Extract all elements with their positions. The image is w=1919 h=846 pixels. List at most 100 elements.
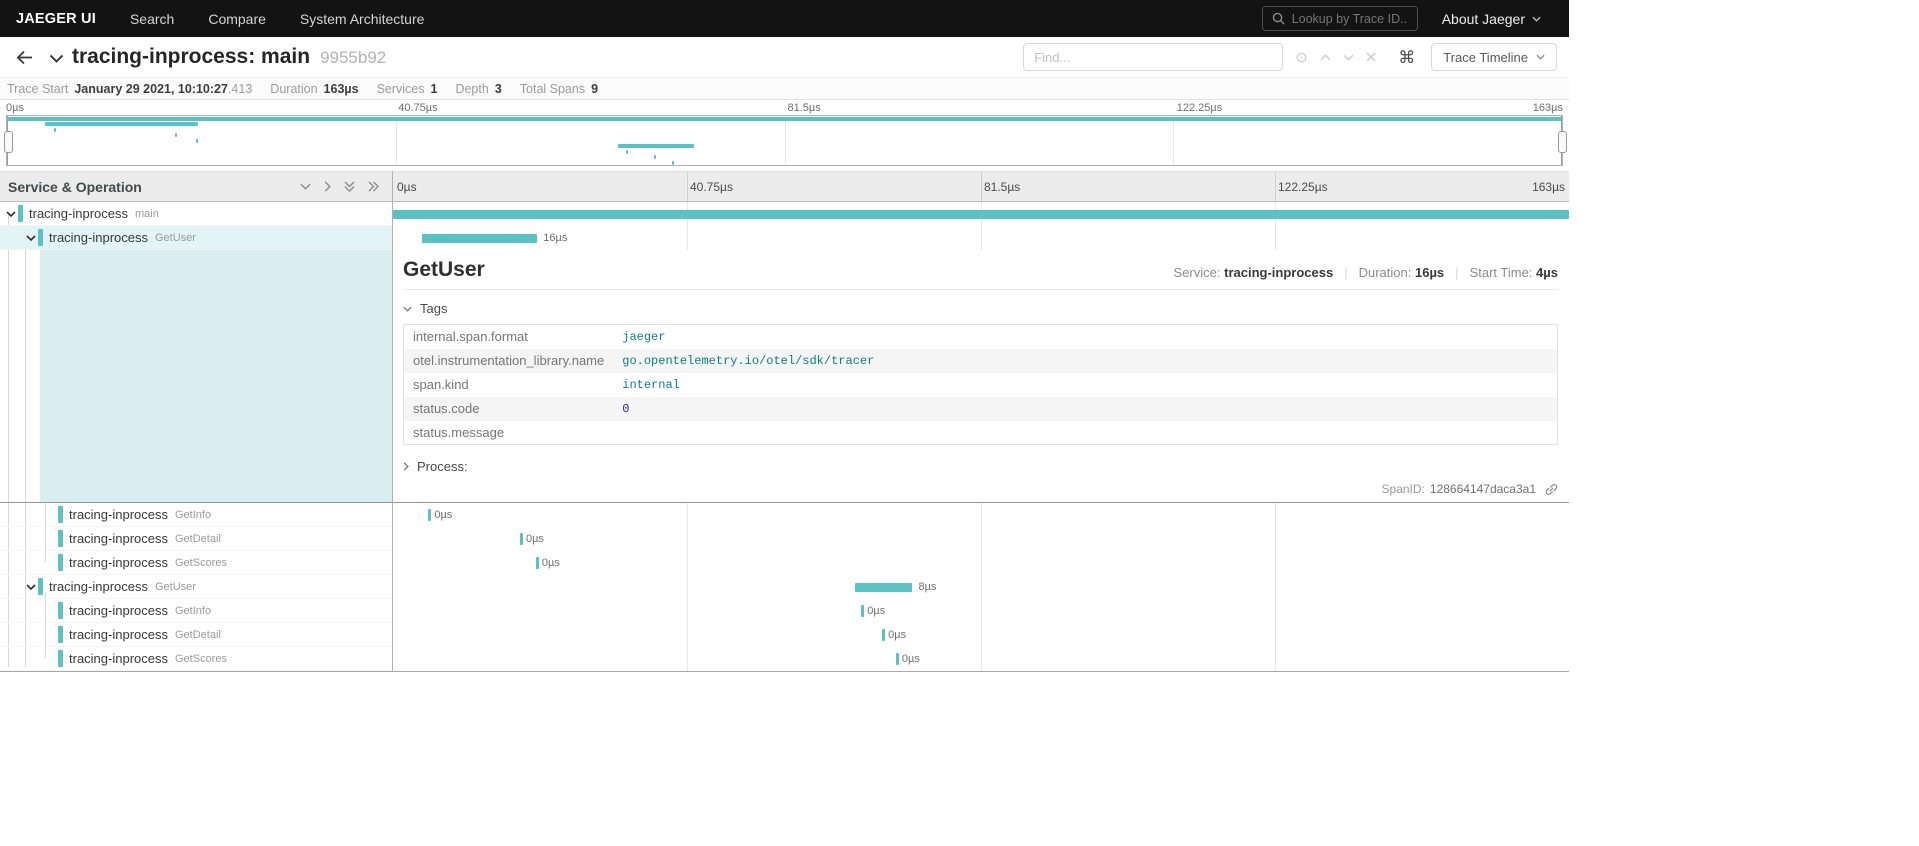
span-row-left[interactable]: tracing-inprocess GetDetail xyxy=(0,623,393,647)
tag-row[interactable]: span.kind internal xyxy=(404,373,1558,397)
span-color-bar xyxy=(58,602,63,619)
span-row[interactable]: tracing-inprocess GetDetail 0µs xyxy=(0,527,1569,551)
span-rows: tracing-inprocess main tracing-inprocess… xyxy=(0,202,1569,672)
about-jaeger-menu[interactable]: About Jaeger xyxy=(1442,11,1541,27)
collapse-all-icon[interactable] xyxy=(344,181,355,192)
span-bar[interactable] xyxy=(393,210,1569,219)
span-row[interactable]: tracing-inprocess GetScores 0µs xyxy=(0,551,1569,575)
span-row-timeline[interactable]: 0µs xyxy=(393,647,1569,671)
span-service: tracing-inprocess xyxy=(69,651,168,666)
tag-row[interactable]: otel.instrumentation_library.name go.ope… xyxy=(404,349,1558,373)
time-tick-label: 122.25µs xyxy=(1177,102,1222,114)
span-row-timeline[interactable]: 8µs xyxy=(393,575,1569,599)
span-row[interactable]: tracing-inprocess GetScores 0µs xyxy=(0,647,1569,671)
back-button[interactable] xyxy=(10,46,39,69)
span-service: tracing-inprocess xyxy=(69,603,168,618)
expand-one-icon[interactable] xyxy=(324,181,331,192)
span-row[interactable]: tracing-inprocess GetInfo 0µs xyxy=(0,503,1569,527)
expander-chevron-icon[interactable] xyxy=(4,211,18,217)
prev-match-icon[interactable] xyxy=(1314,54,1337,61)
span-bar[interactable] xyxy=(520,533,523,545)
span-detail-panel: GetUser Service: tracing-inprocessDurati… xyxy=(393,250,1569,502)
timeline-header: Service & Operation 0µs40.75µs81.5µs1 xyxy=(0,171,1569,202)
expander-chevron-icon[interactable] xyxy=(24,235,38,241)
tag-key: otel.instrumentation_library.name xyxy=(404,349,614,373)
tags-section-title: Tags xyxy=(420,301,447,316)
tag-key: span.kind xyxy=(404,373,614,397)
span-row-left[interactable]: tracing-inprocess GetScores xyxy=(0,551,393,575)
span-row-left[interactable]: tracing-inprocess GetUser xyxy=(0,226,393,250)
span-row[interactable]: tracing-inprocess GetDetail 0µs xyxy=(0,623,1569,647)
tags-section-header[interactable]: Tags xyxy=(403,301,1558,316)
span-row-left[interactable]: tracing-inprocess GetInfo xyxy=(0,599,393,623)
next-match-icon[interactable] xyxy=(1337,54,1360,61)
span-bar[interactable] xyxy=(428,509,431,521)
timeline-minimap: 0µs40.75µs81.5µs122.25µs163µs xyxy=(0,100,1569,166)
tag-row[interactable]: internal.span.format jaeger xyxy=(404,325,1558,349)
nav-link[interactable]: System Architecture xyxy=(300,11,425,27)
collapse-one-icon[interactable] xyxy=(300,183,311,190)
find-input[interactable] xyxy=(1023,43,1283,71)
tag-row[interactable]: status.message xyxy=(404,421,1558,445)
span-bar[interactable] xyxy=(422,234,537,243)
span-bar[interactable] xyxy=(861,605,864,617)
span-row-timeline[interactable] xyxy=(393,202,1569,226)
trace-stat: Duration163µs xyxy=(270,82,358,96)
span-row-left[interactable]: tracing-inprocess GetDetail xyxy=(0,527,393,551)
span-bar[interactable] xyxy=(896,653,899,665)
page-title: tracing-inprocess: main9955b92 xyxy=(72,45,386,69)
lookup-input[interactable] xyxy=(1292,12,1408,26)
span-row-timeline[interactable]: 0µs xyxy=(393,599,1569,623)
stat-value-muted: .413 xyxy=(228,82,252,96)
column-resizer[interactable] xyxy=(392,171,393,672)
nav-link[interactable]: Compare xyxy=(208,11,266,27)
span-bar[interactable] xyxy=(536,557,539,569)
span-row-timeline[interactable]: 0µs xyxy=(393,503,1569,527)
chevron-down-icon xyxy=(49,54,64,63)
minimap-canvas[interactable] xyxy=(6,115,1563,166)
process-section-header[interactable]: Process: xyxy=(403,459,1558,474)
span-row-timeline[interactable]: 16µs xyxy=(393,226,1569,250)
detail-meta-value: 16µs xyxy=(1415,265,1444,280)
span-id-row: SpanID: 128664147daca3a1 xyxy=(403,476,1558,496)
clear-find-icon[interactable] xyxy=(1360,52,1382,62)
trace-id-lookup[interactable] xyxy=(1262,6,1418,31)
find-icon-group xyxy=(1289,51,1382,64)
trace-toolbar: tracing-inprocess: main9955b92 ⌘ xyxy=(0,37,1569,77)
minimap-left-scrubber[interactable] xyxy=(7,116,8,165)
time-tick-label: 81.5µs xyxy=(788,102,821,114)
about-jaeger-label: About Jaeger xyxy=(1442,11,1525,27)
span-row-timeline[interactable]: 0µs xyxy=(393,623,1569,647)
tag-key: status.code xyxy=(404,397,614,421)
span-row[interactable]: tracing-inprocess GetInfo 0µs xyxy=(0,599,1569,623)
ruler-gridline xyxy=(981,172,982,201)
trace-view-selector[interactable]: Trace Timeline xyxy=(1431,43,1557,71)
span-row-timeline[interactable]: 0µs xyxy=(393,551,1569,575)
span-row-timeline[interactable]: 0µs xyxy=(393,527,1569,551)
span-row-left[interactable]: tracing-inprocess main xyxy=(0,202,393,226)
time-tick-label: 81.5µs xyxy=(984,180,1020,194)
nav-link[interactable]: Search xyxy=(130,11,174,27)
minimap-right-scrubber[interactable] xyxy=(1561,116,1562,165)
span-bar[interactable] xyxy=(882,629,885,641)
stat-label: Services xyxy=(377,82,425,96)
span-bar[interactable] xyxy=(855,583,913,592)
trace-collapse-toggle[interactable] xyxy=(49,54,64,63)
deep-link-icon[interactable] xyxy=(1545,483,1558,496)
span-row-left[interactable]: tracing-inprocess GetInfo xyxy=(0,503,393,527)
timeline-ruler: 0µs40.75µs81.5µs122.25µs163µs xyxy=(393,172,1569,201)
stat-value: 9 xyxy=(591,82,598,96)
span-row[interactable]: tracing-inprocess GetUser 16µs xyxy=(0,226,1569,250)
tag-row[interactable]: status.code 0 xyxy=(404,397,1558,421)
span-color-bar xyxy=(38,578,43,595)
time-tick-label: 163µs xyxy=(1532,180,1565,194)
span-row[interactable]: tracing-inprocess GetUser 8µs xyxy=(0,575,1569,599)
focus-match-icon[interactable] xyxy=(1289,51,1314,64)
span-row-left[interactable]: tracing-inprocess GetUser xyxy=(0,575,393,599)
keyboard-shortcuts-icon[interactable]: ⌘ xyxy=(1398,49,1415,66)
expander-chevron-icon[interactable] xyxy=(24,584,38,590)
jaeger-logo[interactable]: JAEGER UI xyxy=(16,11,96,27)
span-row-left[interactable]: tracing-inprocess GetScores xyxy=(0,647,393,671)
expand-all-icon[interactable] xyxy=(368,181,379,192)
span-row[interactable]: tracing-inprocess main xyxy=(0,202,1569,226)
